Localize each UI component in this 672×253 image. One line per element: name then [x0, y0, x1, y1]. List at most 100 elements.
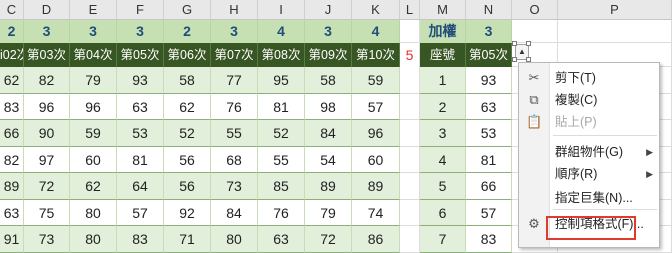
weight-cell[interactable]: 4: [352, 20, 400, 43]
data-cell[interactable]: 63: [258, 226, 305, 253]
data-cell[interactable]: 57: [352, 93, 400, 120]
data-cell[interactable]: 79: [305, 199, 352, 226]
data-cell[interactable]: 83: [0, 93, 24, 120]
data-cell[interactable]: 72: [24, 173, 70, 200]
column-header-g[interactable]: G: [164, 0, 211, 20]
data-cell[interactable]: 53: [117, 120, 164, 147]
column-header-k[interactable]: K: [352, 0, 400, 20]
selection-handle[interactable]: [512, 57, 517, 62]
data-cell[interactable]: 64: [117, 173, 164, 200]
data-cell[interactable]: 72: [305, 226, 352, 253]
data-cell[interactable]: 89: [0, 173, 24, 200]
data-cell[interactable]: 79: [70, 67, 117, 94]
weight-n-cell[interactable]: 3: [466, 20, 512, 43]
column-header-n[interactable]: N: [466, 0, 512, 20]
empty-cell[interactable]: [558, 20, 672, 43]
menu-item-0[interactable]: ✂ 剪下(T): [519, 67, 659, 89]
empty-cell[interactable]: [400, 20, 420, 43]
empty-cell[interactable]: [400, 120, 420, 147]
menu-item-1[interactable]: ⧉ 複製(C): [519, 89, 659, 111]
data-cell[interactable]: 52: [164, 120, 211, 147]
data-cell[interactable]: 80: [211, 226, 258, 253]
data-cell[interactable]: 59: [352, 67, 400, 94]
menu-item-5[interactable]: 指定巨集(N)...: [519, 187, 659, 209]
data-cell[interactable]: 86: [352, 226, 400, 253]
empty-cell[interactable]: [400, 199, 420, 226]
weight-cell[interactable]: 3: [70, 20, 117, 43]
selection-handle[interactable]: [512, 41, 517, 46]
column-header-o[interactable]: O: [512, 0, 558, 20]
column-header-i[interactable]: I: [258, 0, 305, 20]
l-value-cell[interactable]: 5: [400, 43, 420, 67]
data-cell[interactable]: 55: [211, 120, 258, 147]
test-header-cell[interactable]: 第10次: [352, 43, 400, 67]
data-cell[interactable]: 95: [258, 67, 305, 94]
data-cell[interactable]: 68: [211, 146, 258, 173]
test-header-cell[interactable]: i02次: [0, 43, 24, 67]
seat-number-cell[interactable]: 5: [420, 173, 466, 200]
data-cell[interactable]: 98: [305, 93, 352, 120]
weight-cell[interactable]: 2: [0, 20, 24, 43]
data-cell[interactable]: 60: [352, 146, 400, 173]
n-value-cell[interactable]: 93: [466, 67, 512, 94]
empty-cell[interactable]: [512, 20, 558, 43]
data-cell[interactable]: 83: [117, 226, 164, 253]
seat-number-cell[interactable]: 7: [420, 226, 466, 253]
test-header-cell[interactable]: 第08次: [258, 43, 305, 67]
data-cell[interactable]: 52: [258, 120, 305, 147]
seat-number-cell[interactable]: 3: [420, 120, 466, 147]
data-cell[interactable]: 76: [211, 93, 258, 120]
test-header-cell[interactable]: 第05次: [117, 43, 164, 67]
n-value-cell[interactable]: 83: [466, 226, 512, 253]
data-cell[interactable]: 63: [0, 199, 24, 226]
data-cell[interactable]: 56: [164, 146, 211, 173]
n-value-cell[interactable]: 63: [466, 93, 512, 120]
data-cell[interactable]: 58: [305, 67, 352, 94]
data-cell[interactable]: 76: [258, 199, 305, 226]
data-cell[interactable]: 63: [117, 93, 164, 120]
selection-handle[interactable]: [526, 41, 531, 46]
column-header-m[interactable]: M: [420, 0, 466, 20]
data-cell[interactable]: 81: [258, 93, 305, 120]
n-header-cell[interactable]: 第05次: [466, 43, 512, 67]
weight-cell[interactable]: 2: [164, 20, 211, 43]
column-header-d[interactable]: D: [24, 0, 70, 20]
data-cell[interactable]: 75: [24, 199, 70, 226]
weight-cell[interactable]: 4: [258, 20, 305, 43]
menu-item-3[interactable]: 群組物件(G) ▶: [519, 141, 659, 163]
n-value-cell[interactable]: 57: [466, 199, 512, 226]
empty-cell[interactable]: [400, 226, 420, 253]
data-cell[interactable]: 62: [164, 93, 211, 120]
data-cell[interactable]: 71: [164, 226, 211, 253]
weight-cell[interactable]: 3: [24, 20, 70, 43]
data-cell[interactable]: 57: [117, 199, 164, 226]
seat-number-cell[interactable]: 4: [420, 146, 466, 173]
weight-cell[interactable]: 3: [117, 20, 164, 43]
column-header-h[interactable]: H: [211, 0, 258, 20]
data-cell[interactable]: 84: [305, 120, 352, 147]
data-cell[interactable]: 59: [70, 120, 117, 147]
data-cell[interactable]: 77: [211, 67, 258, 94]
data-cell[interactable]: 90: [24, 120, 70, 147]
seat-number-cell[interactable]: 2: [420, 93, 466, 120]
data-cell[interactable]: 62: [70, 173, 117, 200]
n-value-cell[interactable]: 53: [466, 120, 512, 147]
data-cell[interactable]: 80: [70, 199, 117, 226]
data-cell[interactable]: 66: [0, 120, 24, 147]
seat-header-cell[interactable]: 座號: [420, 43, 466, 67]
column-header-j[interactable]: J: [305, 0, 352, 20]
data-cell[interactable]: 82: [0, 146, 24, 173]
data-cell[interactable]: 54: [305, 146, 352, 173]
test-header-cell[interactable]: 第09次: [305, 43, 352, 67]
data-cell[interactable]: 96: [24, 93, 70, 120]
test-header-cell[interactable]: 第06次: [164, 43, 211, 67]
weight-label-cell[interactable]: 加權: [420, 20, 466, 43]
data-cell[interactable]: 60: [70, 146, 117, 173]
data-cell[interactable]: 91: [0, 226, 24, 253]
data-cell[interactable]: 92: [164, 199, 211, 226]
column-header-c[interactable]: C: [0, 0, 24, 20]
data-cell[interactable]: 56: [164, 173, 211, 200]
data-cell[interactable]: 74: [352, 199, 400, 226]
data-cell[interactable]: 80: [70, 226, 117, 253]
data-cell[interactable]: 58: [164, 67, 211, 94]
